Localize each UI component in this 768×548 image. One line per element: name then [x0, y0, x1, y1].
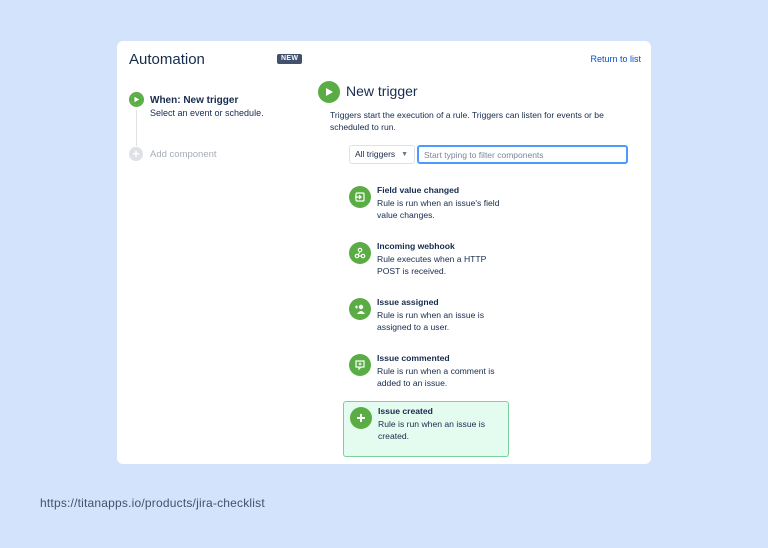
chevron-down-icon: ▼	[401, 151, 408, 158]
trigger-item-issue-created[interactable]: Issue created Rule is run when an issue …	[343, 401, 509, 457]
trigger-type-select[interactable]: All triggers ▼	[349, 145, 415, 164]
trigger-item-issue-commented[interactable]: Issue commented Rule is run when a comme…	[343, 349, 509, 405]
trigger-desc: Rule is run when an issue is assigned to…	[377, 310, 484, 332]
filter-components-input[interactable]	[417, 145, 628, 164]
rail-connector	[136, 110, 137, 146]
trigger-name: Issue commented	[377, 353, 450, 363]
panel-title: New trigger	[346, 83, 418, 99]
trigger-name: Incoming webhook	[377, 241, 455, 251]
footer-url: https://titanapps.io/products/jira-check…	[40, 496, 265, 510]
trigger-item-field-value-changed[interactable]: Field value changed Rule is run when an …	[343, 181, 509, 237]
trigger-step-icon	[129, 92, 144, 107]
trigger-desc: Rule executes when a HTTP POST is receiv…	[377, 254, 487, 276]
trigger-name: Issue created	[378, 406, 433, 416]
add-component-button[interactable]: Add component	[150, 149, 217, 160]
panel-description: Triggers start the execution of a rule. …	[330, 110, 604, 132]
trigger-type-value: All triggers	[355, 149, 396, 159]
field-change-icon	[349, 186, 371, 208]
trigger-item-incoming-webhook[interactable]: Incoming webhook Rule executes when a HT…	[343, 237, 509, 293]
user-assign-icon	[349, 298, 371, 320]
return-to-list-link[interactable]: Return to list	[590, 54, 641, 64]
trigger-desc: Rule is run when an issue is created.	[378, 419, 485, 441]
plus-icon	[350, 407, 372, 429]
new-badge: NEW	[277, 54, 303, 64]
step-title[interactable]: When: New trigger	[150, 95, 238, 106]
comment-icon	[349, 354, 371, 376]
add-component-icon[interactable]: +	[129, 147, 143, 161]
step-subtitle: Select an event or schedule.	[150, 108, 264, 118]
webhook-icon	[349, 242, 371, 264]
trigger-item-issue-assigned[interactable]: Issue assigned Rule is run when an issue…	[343, 293, 509, 349]
trigger-desc: Rule is run when an issue's field value …	[377, 198, 500, 220]
trigger-name: Issue assigned	[377, 297, 439, 307]
automation-card: Automation NEW Return to list When: New …	[117, 41, 651, 464]
play-icon	[318, 81, 340, 103]
trigger-desc: Rule is run when a comment is added to a…	[377, 366, 495, 388]
page-title: Automation	[129, 51, 205, 68]
trigger-name: Field value changed	[377, 185, 460, 195]
